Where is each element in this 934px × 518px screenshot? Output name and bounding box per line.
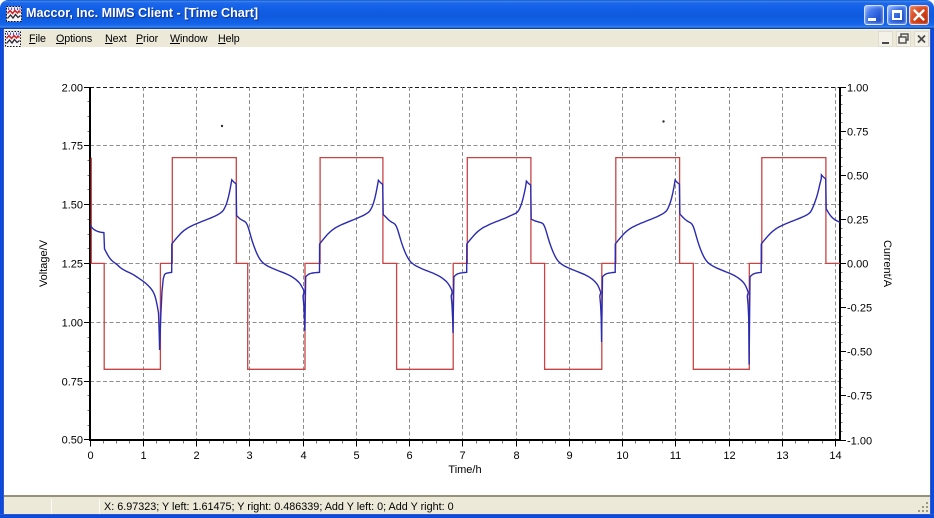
svg-text:0.50: 0.50: [62, 434, 83, 446]
svg-text:13: 13: [776, 450, 788, 462]
svg-text:-0.75: -0.75: [847, 390, 872, 402]
svg-text:1.00: 1.00: [62, 317, 83, 329]
svg-text:-0.50: -0.50: [847, 346, 872, 358]
svg-text:10: 10: [616, 450, 628, 462]
svg-text:4: 4: [300, 450, 306, 462]
svg-text:12: 12: [723, 450, 735, 462]
svg-text:2.00: 2.00: [62, 82, 83, 94]
svg-text:2: 2: [193, 450, 199, 462]
svg-text:1.75: 1.75: [62, 140, 83, 152]
svg-text:0: 0: [87, 450, 93, 462]
svg-text:0.00: 0.00: [847, 258, 868, 270]
svg-text:-1.00: -1.00: [847, 435, 872, 447]
svg-text:Voltage/V: Voltage/V: [38, 239, 50, 287]
svg-text:-0.25: -0.25: [847, 302, 872, 314]
svg-text:11: 11: [670, 450, 681, 462]
svg-text:1.00: 1.00: [847, 82, 868, 94]
svg-text:Current/A: Current/A: [881, 240, 893, 288]
svg-text:0.75: 0.75: [847, 126, 868, 138]
svg-text:3: 3: [246, 450, 252, 462]
svg-text:1: 1: [140, 450, 146, 462]
svg-text:6: 6: [406, 450, 412, 462]
svg-text:8: 8: [513, 450, 519, 462]
svg-text:1.25: 1.25: [62, 258, 83, 270]
svg-text:0.25: 0.25: [847, 214, 868, 226]
svg-text:9: 9: [566, 450, 572, 462]
svg-text:5: 5: [353, 450, 359, 462]
svg-text:0.50: 0.50: [847, 170, 868, 182]
svg-text:0.75: 0.75: [62, 376, 83, 388]
svg-text:1.50: 1.50: [62, 199, 83, 211]
svg-text:7: 7: [459, 450, 465, 462]
svg-text:14: 14: [829, 450, 841, 462]
svg-text:Time/h: Time/h: [448, 464, 481, 476]
